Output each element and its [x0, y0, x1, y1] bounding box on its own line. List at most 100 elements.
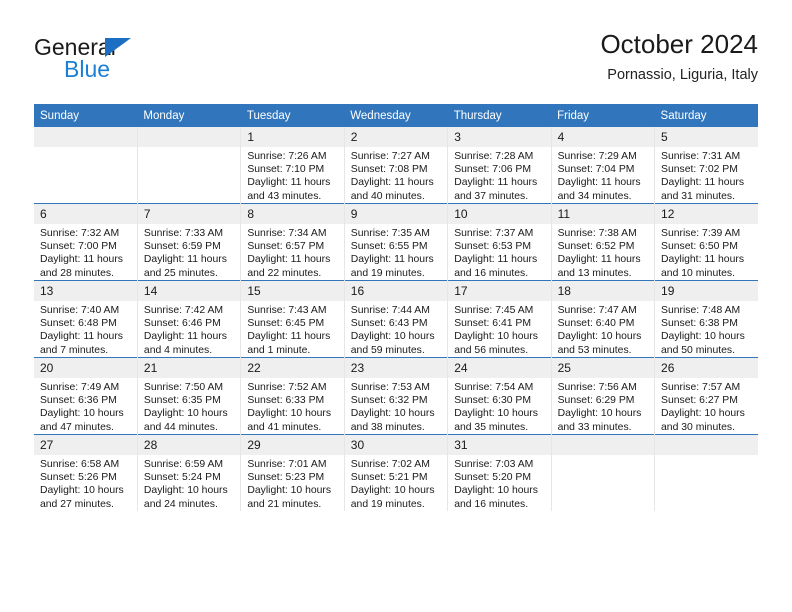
- calendar-day-cell[interactable]: 15 Sunrise: 7:43 AM Sunset: 6:45 PM Dayligh…: [240, 280, 345, 358]
- daylight-duration-line2: and 27 minutes.: [40, 498, 114, 510]
- calendar-day-cell[interactable]: 7 Sunrise: 7:33 AM Sunset: 6:59 PM Daylight…: [136, 203, 241, 281]
- daylight-duration-line1: Daylight: 10 hours: [350, 331, 435, 343]
- sunset-time: Sunset: 6:33 PM: [247, 395, 325, 407]
- day-details: Sunrise: 7:44 AM Sunset: 6:43 PM Daylight:…: [345, 301, 447, 357]
- weekday-header: Sunday Monday Tuesday Wednesday Thursday Frid…: [34, 104, 758, 127]
- day-number: 17: [448, 281, 551, 301]
- calendar-day-cell[interactable]: 31 Sunrise: 7:03 AM Sunset: 5:20 PM Dayligh…: [447, 434, 552, 511]
- day-number: 27: [34, 435, 137, 455]
- sunrise-sunset-calendar: Sunday Monday Tuesday Wednesday Thursday Frid…: [34, 104, 758, 511]
- calendar-day-cell[interactable]: 23 Sunrise: 7:53 AM Sunset: 6:32 PM Dayligh…: [343, 357, 448, 435]
- day-details: Sunrise: 7:50 AM Sunset: 6:35 PM Daylight:…: [138, 378, 240, 434]
- daylight-duration-line2: and 16 minutes.: [454, 498, 529, 510]
- daylight-duration-line2: and 19 minutes.: [350, 498, 425, 510]
- calendar-body: 1 Sunrise: 7:26 AM Sunset: 7:10 PM Daylight…: [34, 127, 758, 511]
- calendar-day-cell[interactable]: 26 Sunrise: 7:57 AM Sunset: 6:27 PM Dayligh…: [654, 357, 758, 435]
- general-blue-logo[interactable]: General Blue: [34, 34, 254, 90]
- sunset-time: Sunset: 7:10 PM: [247, 164, 325, 176]
- sunset-time: Sunset: 5:26 PM: [40, 472, 117, 484]
- calendar-day-cell[interactable]: 27 Sunrise: 6:58 AM Sunset: 5:26 PM Dayligh…: [34, 434, 138, 511]
- day-details: Sunrise: 7:37 AM Sunset: 6:53 PM Daylight:…: [448, 224, 550, 280]
- page-header: General Blue October 2024 Pornassio, Lig…: [34, 28, 758, 94]
- sunrise-time: Sunrise: 7:56 AM: [557, 382, 637, 393]
- day-number: 8: [241, 204, 344, 224]
- calendar-day-cell[interactable]: 8 Sunrise: 7:34 AM Sunset: 6:57 PM Daylight…: [240, 203, 345, 281]
- sunrise-time: Sunrise: 7:29 AM: [557, 151, 637, 162]
- calendar-day-cell[interactable]: 28 Sunrise: 6:59 AM Sunset: 5:24 PM Dayligh…: [136, 434, 241, 511]
- sunrise-time: Sunrise: 7:37 AM: [454, 228, 534, 239]
- daylight-duration-line1: Daylight: 11 hours: [661, 254, 745, 266]
- calendar-day-cell[interactable]: 2 Sunrise: 7:27 AM Sunset: 7:08 PM Daylight…: [343, 127, 448, 204]
- calendar-day-cell[interactable]: 14 Sunrise: 7:42 AM Sunset: 6:46 PM Dayligh…: [136, 280, 241, 358]
- daylight-duration-line2: and 13 minutes.: [557, 267, 632, 279]
- sunrise-time: Sunrise: 6:58 AM: [40, 459, 120, 470]
- daylight-duration-line1: Daylight: 11 hours: [557, 254, 641, 266]
- daylight-duration-line2: and 43 minutes.: [247, 190, 322, 202]
- weekday-header-thursday: Thursday: [447, 104, 552, 127]
- daylight-duration-line2: and 4 minutes.: [143, 344, 213, 356]
- calendar-day-cell[interactable]: 30 Sunrise: 7:02 AM Sunset: 5:21 PM Dayligh…: [343, 434, 448, 511]
- sunrise-time: Sunrise: 7:32 AM: [40, 228, 120, 239]
- sunrise-time: Sunrise: 7:48 AM: [661, 305, 741, 316]
- calendar-header-row: Sunday Monday Tuesday Wednesday Thursday Frid…: [34, 104, 758, 127]
- calendar-day-cell[interactable]: 17 Sunrise: 7:45 AM Sunset: 6:41 PM Dayligh…: [447, 280, 552, 358]
- sunrise-time: Sunrise: 6:59 AM: [143, 459, 224, 470]
- sunrise-time: Sunrise: 7:50 AM: [143, 382, 224, 393]
- calendar-day-cell[interactable]: 11 Sunrise: 7:38 AM Sunset: 6:52 PM Dayligh…: [550, 203, 655, 281]
- sunset-time: Sunset: 5:24 PM: [143, 472, 221, 484]
- calendar-day-cell[interactable]: 12 Sunrise: 7:39 AM Sunset: 6:50 PM Dayligh…: [654, 203, 758, 281]
- day-number: 29: [241, 435, 344, 455]
- calendar-day-cell[interactable]: 9 Sunrise: 7:35 AM Sunset: 6:55 PM Daylight…: [343, 203, 448, 281]
- sunrise-time: Sunrise: 7:27 AM: [350, 151, 430, 162]
- day-number: 31: [448, 435, 551, 455]
- daylight-duration-line1: Daylight: 10 hours: [350, 408, 435, 420]
- calendar-day-cell[interactable]: 25 Sunrise: 7:56 AM Sunset: 6:29 PM Dayligh…: [550, 357, 655, 435]
- daylight-duration-line2: and 38 minutes.: [350, 421, 425, 433]
- daylight-duration-line2: and 44 minutes.: [143, 421, 218, 433]
- sunrise-time: Sunrise: 7:31 AM: [661, 151, 741, 162]
- daylight-duration-line1: Daylight: 10 hours: [454, 331, 538, 343]
- calendar-day-cell[interactable]: 5 Sunrise: 7:31 AM Sunset: 7:02 PM Daylight…: [654, 127, 758, 204]
- weekday-header-monday: Monday: [137, 104, 241, 127]
- sunset-time: Sunset: 6:35 PM: [143, 395, 221, 407]
- day-details: Sunrise: 7:47 AM Sunset: 6:40 PM Daylight:…: [552, 301, 654, 357]
- calendar-day-cell[interactable]: 1 Sunrise: 7:26 AM Sunset: 7:10 PM Daylight…: [240, 127, 345, 204]
- daylight-duration-line1: Daylight: 10 hours: [40, 485, 124, 497]
- calendar-day-cell[interactable]: 13 Sunrise: 7:40 AM Sunset: 6:48 PM Dayligh…: [34, 280, 138, 358]
- day-number: 26: [655, 358, 758, 378]
- daylight-duration-line2: and 50 minutes.: [661, 344, 735, 356]
- calendar-day-cell[interactable]: 24 Sunrise: 7:54 AM Sunset: 6:30 PM Dayligh…: [447, 357, 552, 435]
- calendar-day-cell[interactable]: 20 Sunrise: 7:49 AM Sunset: 6:36 PM Dayligh…: [34, 357, 138, 435]
- day-details: Sunrise: 7:53 AM Sunset: 6:32 PM Daylight:…: [345, 378, 447, 434]
- calendar-day-cell[interactable]: 6 Sunrise: 7:32 AM Sunset: 7:00 PM Daylight…: [34, 203, 138, 281]
- day-number: 25: [551, 358, 655, 378]
- day-number: 21: [137, 358, 241, 378]
- calendar-day-cell[interactable]: 19 Sunrise: 7:48 AM Sunset: 6:38 PM Dayligh…: [654, 280, 758, 358]
- calendar-day-cell[interactable]: 3 Sunrise: 7:28 AM Sunset: 7:06 PM Daylight…: [447, 127, 552, 204]
- calendar-day-cell[interactable]: 21 Sunrise: 7:50 AM Sunset: 6:35 PM Dayligh…: [136, 357, 241, 435]
- sunset-time: Sunset: 6:55 PM: [350, 241, 428, 253]
- daylight-duration-line1: Daylight: 11 hours: [350, 254, 434, 266]
- sunset-time: Sunset: 6:38 PM: [661, 318, 738, 330]
- sunset-time: Sunset: 6:43 PM: [350, 318, 428, 330]
- daylight-duration-line1: Daylight: 10 hours: [40, 408, 124, 420]
- calendar-week-row: 27 Sunrise: 6:58 AM Sunset: 5:26 PM Dayligh…: [34, 434, 758, 511]
- day-details: Sunrise: 7:38 AM Sunset: 6:52 PM Daylight:…: [552, 224, 654, 280]
- daylight-duration-line1: Daylight: 10 hours: [454, 485, 538, 497]
- calendar-day-cell[interactable]: 4 Sunrise: 7:29 AM Sunset: 7:04 PM Daylight…: [550, 127, 655, 204]
- day-details: Sunrise: 7:28 AM Sunset: 7:06 PM Daylight:…: [448, 147, 550, 203]
- sunrise-time: Sunrise: 7:26 AM: [247, 151, 327, 162]
- calendar-day-cell[interactable]: 16 Sunrise: 7:44 AM Sunset: 6:43 PM Dayligh…: [343, 280, 448, 358]
- daylight-duration-line2: and 28 minutes.: [40, 267, 114, 279]
- daylight-duration-line1: Daylight: 10 hours: [350, 485, 435, 497]
- calendar-day-cell[interactable]: 10 Sunrise: 7:37 AM Sunset: 6:53 PM Dayligh…: [447, 203, 552, 281]
- weekday-header-sunday: Sunday: [34, 104, 138, 127]
- day-number: 2: [344, 127, 448, 147]
- calendar-day-cell[interactable]: 18 Sunrise: 7:47 AM Sunset: 6:40 PM Dayligh…: [550, 280, 655, 358]
- calendar-day-cell[interactable]: 29 Sunrise: 7:01 AM Sunset: 5:23 PM Dayligh…: [240, 434, 345, 511]
- sunrise-time: Sunrise: 7:45 AM: [454, 305, 534, 316]
- day-number: 9: [344, 204, 448, 224]
- daylight-duration-line2: and 41 minutes.: [247, 421, 322, 433]
- calendar-day-cell[interactable]: 22 Sunrise: 7:52 AM Sunset: 6:33 PM Dayligh…: [240, 357, 345, 435]
- sunrise-time: Sunrise: 7:38 AM: [557, 228, 637, 239]
